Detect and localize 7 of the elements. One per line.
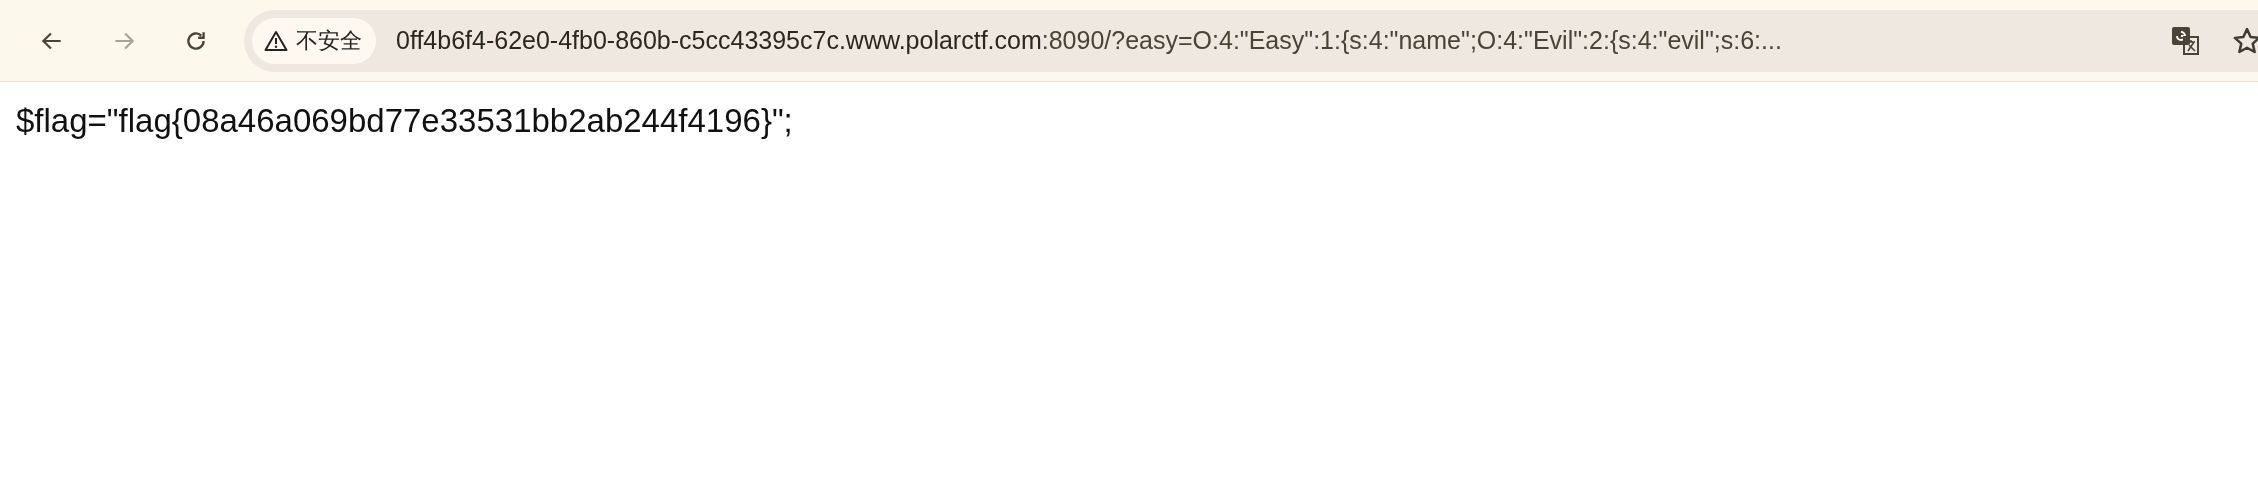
address-bar[interactable]: 不安全 0ff4b6f4-62e0-4fb0-860b-c5cc43395c7c.www.polarctf.com:8090/?easy=O:4:"Easy":1:{s:4:"name";O:4:"Evil":2:{s:4:"evil";s:6:... — [244, 9, 2258, 72]
url-text[interactable]: 0ff4b6f4-62e0-4fb0-860b-c5cc43395c7c.www.polarctf.com:8090/?easy=O:4:"Easy":1:{s:4:"name";O:4:"Evil":2:{s:4:"evil";s:6:... — [396, 26, 2150, 55]
flag-text: $flag="flag{08a46a069bd77e33531bb2ab244f4196}"; — [16, 102, 793, 139]
translate-icon[interactable] — [2170, 24, 2202, 57]
warning-icon — [264, 29, 288, 52]
security-chip[interactable]: 不安全 — [252, 17, 376, 64]
bookmark-star-icon[interactable] — [2232, 25, 2258, 56]
